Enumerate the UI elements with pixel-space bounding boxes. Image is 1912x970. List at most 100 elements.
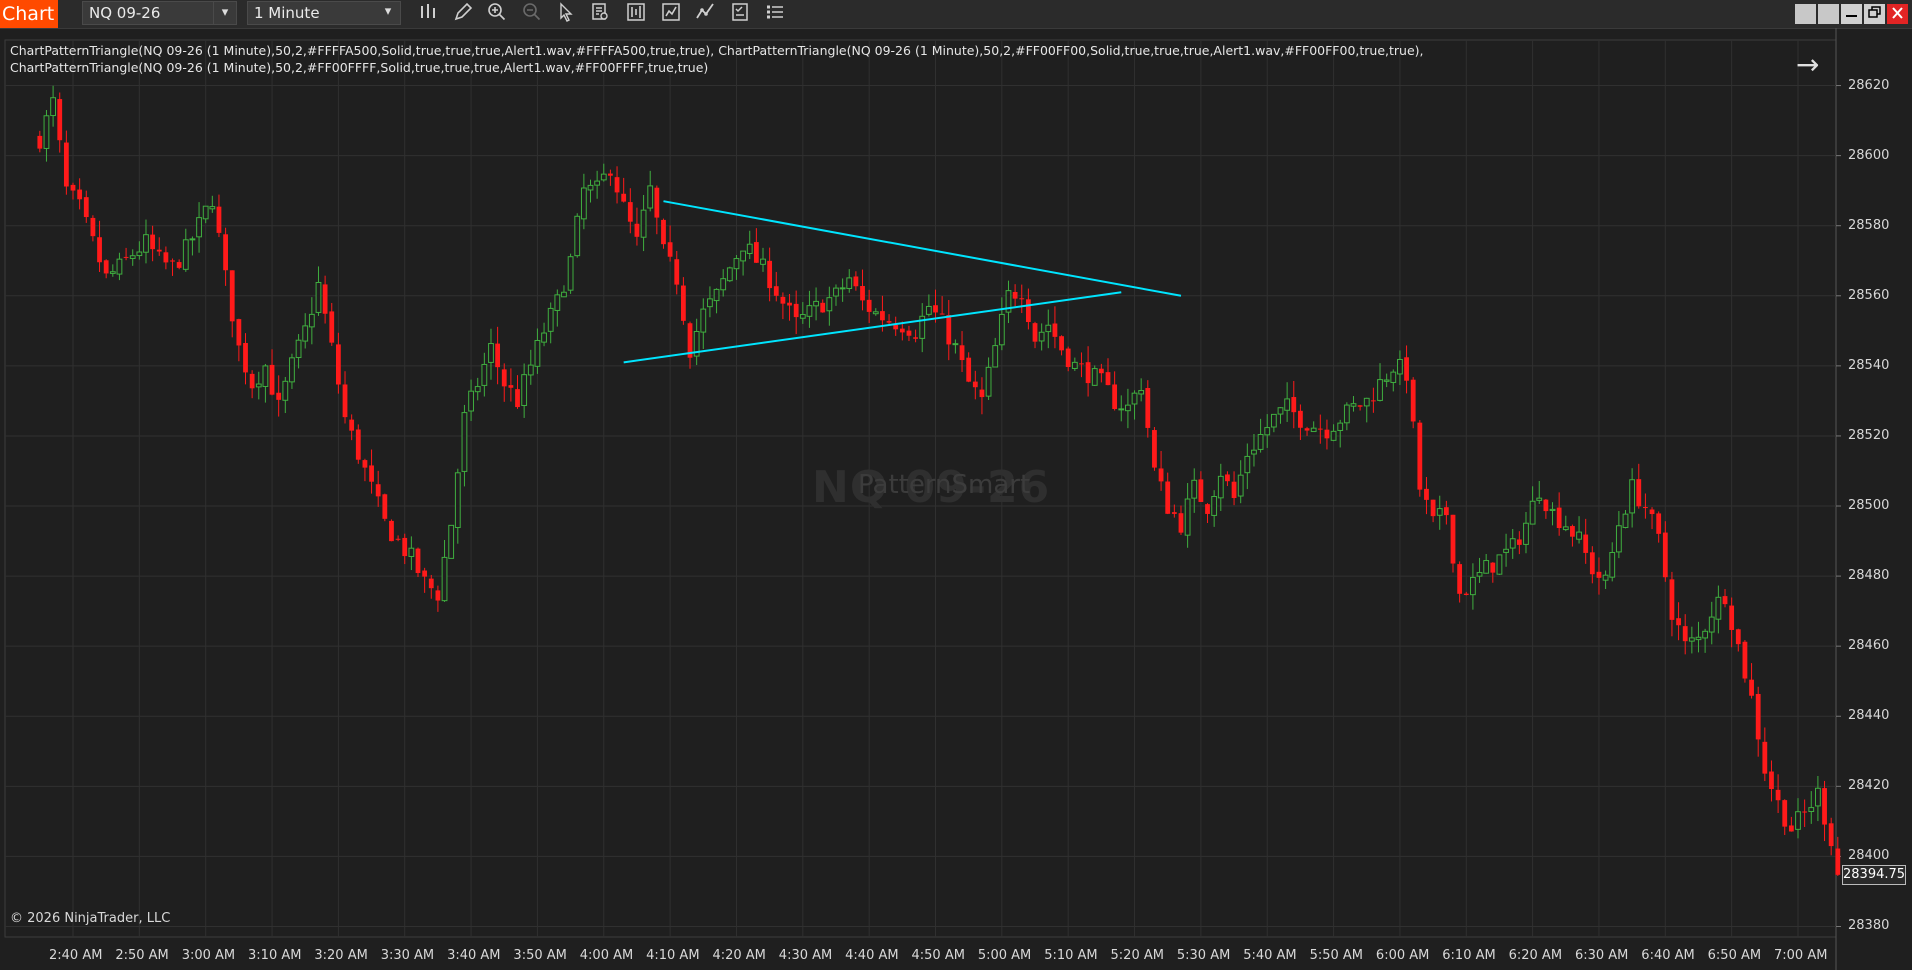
candle-down (57, 99, 63, 141)
candle-up (594, 180, 601, 186)
candle-down (1291, 397, 1297, 413)
candle-up (1237, 474, 1244, 497)
candle-down (123, 256, 129, 258)
candle-down (1762, 741, 1768, 774)
candle-up (129, 255, 136, 259)
candle-down (1171, 512, 1177, 514)
strategies-icon[interactable] (693, 2, 717, 26)
restore-icon[interactable] (1864, 4, 1885, 24)
candle-down (389, 520, 394, 542)
candle-up (1191, 479, 1198, 499)
candle-down (103, 260, 109, 274)
candle-down (515, 389, 520, 408)
price-tick-label: 28520 (1848, 427, 1890, 443)
candle-up (1330, 430, 1337, 441)
candle-up (1436, 508, 1443, 516)
tile-icon[interactable] (1818, 4, 1839, 24)
candle-down (933, 305, 938, 313)
candle-down (1052, 323, 1058, 337)
time-tick-label: 5:50 AM (1309, 948, 1363, 963)
candle-up (713, 288, 720, 302)
candle-down (767, 260, 773, 289)
candle-down (1145, 387, 1151, 428)
zoom-out-icon[interactable] (520, 2, 544, 26)
candle-up (441, 556, 448, 602)
instrument-selector[interactable]: NQ 09-26 (82, 1, 216, 25)
candle-up (1629, 479, 1636, 514)
time-tick-label: 3:30 AM (380, 948, 435, 963)
candle-up (587, 184, 594, 191)
time-tick-label: 5:40 AM (1243, 948, 1297, 963)
candle-down (966, 357, 972, 382)
candle-down (1649, 509, 1655, 515)
candle-up (1609, 552, 1616, 578)
candle-down (428, 578, 434, 589)
price-tick-label: 28460 (1848, 638, 1890, 654)
minimize-icon[interactable] (1841, 4, 1862, 24)
candle-down (820, 302, 826, 313)
pointer-icon[interactable] (554, 2, 578, 26)
candle-down (97, 237, 102, 263)
candle-up (1045, 324, 1052, 333)
draw-pencil-icon[interactable] (451, 2, 475, 26)
instrument-dropdown-icon[interactable]: ▾ (213, 1, 237, 25)
last-price-marker: 28394.75 (1842, 864, 1906, 885)
candle-up (461, 412, 468, 472)
candle-up (1702, 630, 1709, 639)
candle-up (1217, 475, 1224, 499)
candle-down (335, 344, 341, 385)
candle-up (574, 215, 581, 257)
candle-up (1602, 574, 1609, 581)
candle-up (554, 294, 561, 311)
candle-down (382, 494, 388, 519)
candle-up (733, 258, 740, 270)
candle-down (362, 460, 368, 468)
data-box-icon[interactable] (588, 2, 612, 26)
candle-down (674, 259, 680, 285)
chart-style-icon[interactable] (624, 2, 648, 26)
arrow-right-icon[interactable]: → (1796, 48, 1819, 81)
candle-up (43, 115, 50, 149)
time-tick-label: 4:10 AM (646, 948, 700, 963)
templates-icon[interactable] (728, 2, 752, 26)
candle-down (667, 242, 673, 257)
bar-type-icon[interactable] (416, 2, 440, 26)
properties-list-icon[interactable] (763, 2, 787, 26)
price-tick-label: 28560 (1848, 287, 1890, 303)
tile-icon[interactable] (1795, 4, 1816, 24)
candle-down (1662, 532, 1668, 578)
chart-tab[interactable]: Chart (0, 0, 58, 28)
candle-down (342, 384, 348, 418)
candle-up (295, 339, 302, 359)
candle-up (833, 287, 839, 297)
candle-down (329, 311, 335, 343)
candle-down (495, 343, 501, 368)
candle-up (1483, 560, 1490, 574)
candle-up (408, 547, 415, 557)
close-icon[interactable] (1887, 4, 1908, 24)
candle-down (355, 429, 361, 460)
candle-down (1225, 474, 1230, 482)
indicators-icon[interactable] (659, 2, 683, 26)
candle-up (1131, 392, 1138, 405)
candle-down (1490, 562, 1496, 573)
candle-up (1496, 554, 1503, 575)
candle-up (992, 345, 999, 368)
candle-down (1317, 428, 1323, 430)
candle-down (1012, 292, 1018, 299)
candle-up (1523, 522, 1529, 545)
candle-up (448, 524, 455, 559)
interval-dropdown-icon[interactable]: ▾ (376, 1, 400, 25)
candle-up (1264, 427, 1271, 436)
candle-up (1377, 379, 1383, 401)
candle-down (90, 217, 96, 237)
candle-up (262, 365, 269, 387)
candle-down (1596, 571, 1602, 578)
candle-down (1165, 481, 1171, 514)
candle-down (1430, 499, 1436, 517)
candle-down (1198, 479, 1204, 502)
candle-down (1556, 507, 1562, 529)
candle-down (70, 184, 76, 191)
candle-up (136, 251, 143, 257)
zoom-in-icon[interactable] (485, 2, 509, 26)
